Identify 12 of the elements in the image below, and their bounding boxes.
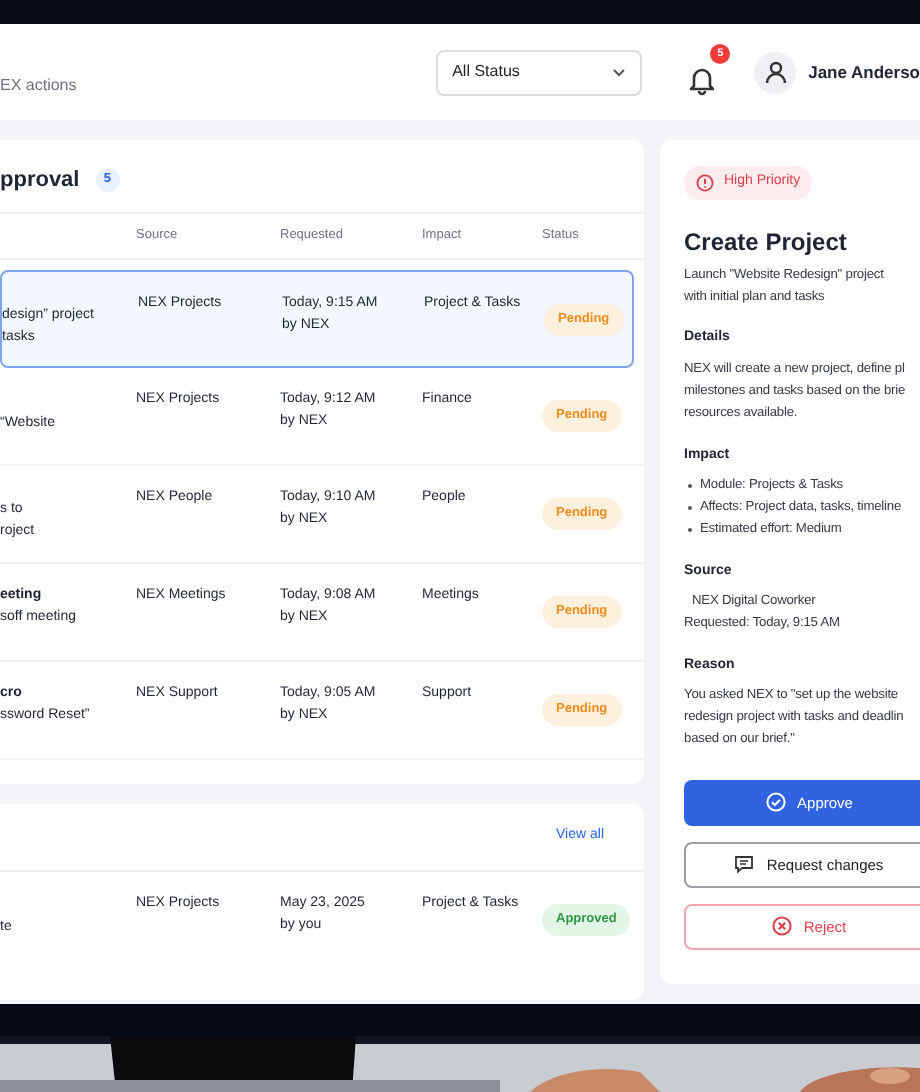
check-circle-icon	[765, 792, 786, 813]
cancel-icon	[771, 916, 792, 937]
avatar[interactable]	[754, 51, 797, 93]
chevron-down-icon	[612, 67, 627, 77]
comment-icon	[734, 854, 755, 875]
bell-icon[interactable]	[686, 63, 719, 96]
detail-title: Create Project	[684, 226, 849, 260]
page-subtitle: EX actions	[0, 74, 77, 98]
alert-icon	[696, 174, 714, 192]
status-dropdown[interactable]: All Status	[436, 49, 643, 95]
card-title: pproval	[0, 165, 80, 196]
user-name: Jane Anderso	[808, 59, 920, 85]
